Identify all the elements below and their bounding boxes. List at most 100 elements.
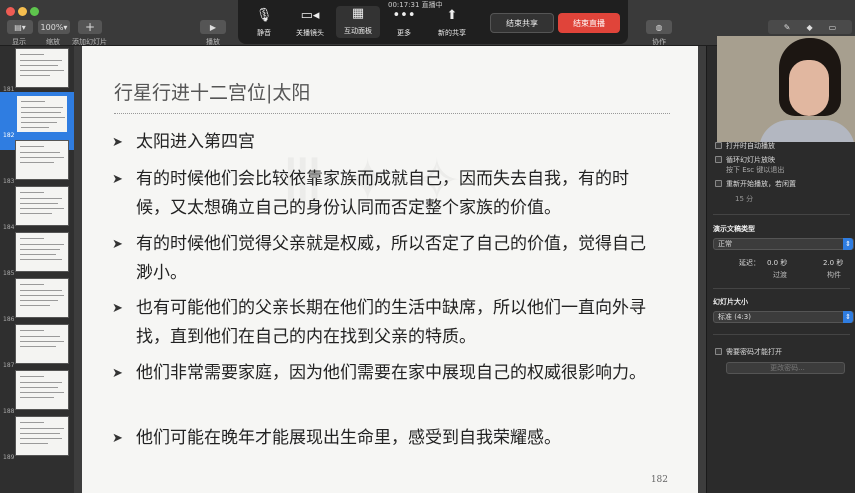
slide-size-heading: 幻灯片大小 xyxy=(713,298,748,306)
bullet-item: ➤ 他们可能在晚年才能展现出生命里，感受到自我荣耀感。 xyxy=(112,424,656,453)
build-label: 构件 xyxy=(827,271,841,279)
arrow-bullet-icon: ➤ xyxy=(112,172,123,187)
arrow-bullet-icon: ➤ xyxy=(112,301,123,316)
slide-thumbnail[interactable] xyxy=(15,324,69,364)
change-password-button[interactable]: 更改密码... xyxy=(726,362,845,374)
end-live-button[interactable]: 结束直播 xyxy=(558,13,620,33)
build-delay-field[interactable]: 2.0 秒 xyxy=(823,258,843,268)
slide-thumbnail[interactable] xyxy=(15,48,69,88)
whiteboard-button[interactable]: ▦ 互动面板 xyxy=(336,6,380,38)
bullet-text: 他们可能在晚年才能展现出生命里，感受到自我荣耀感。 xyxy=(136,428,561,448)
slide-number: 189 xyxy=(3,454,15,461)
slide-canvas-area: Ⅲ ✦ ✧ 行星行进十二宫位|太阳 ➤ 太阳进入第四宫 ➤ 有的时候他们会比较依… xyxy=(74,46,706,493)
microphone-icon: 🎙 xyxy=(255,8,273,23)
maximize-window-button[interactable] xyxy=(30,7,39,16)
collaborate-button[interactable]: ◍ xyxy=(646,20,672,34)
add-slide-button[interactable]: + xyxy=(78,20,102,34)
restart-label: 重新开始播放，若闲置 xyxy=(726,180,796,188)
bullet-item: ➤ 太阳进入第四宫 xyxy=(112,128,656,157)
new-share-button[interactable]: ⬆ 新的共享 xyxy=(430,8,474,38)
password-checkbox[interactable] xyxy=(715,348,722,355)
bullet-item: ➤ 也有可能他们的父亲长期在他们的生活中缺席，所以他们一直向外寻找，直到他们在自… xyxy=(112,294,656,352)
section-divider xyxy=(713,334,850,335)
slide-thumbnail-selected[interactable] xyxy=(15,94,69,134)
collaborate-icon: ◍ xyxy=(655,22,663,32)
loop-hint: 按下 Esc 键以退出 xyxy=(726,166,785,174)
doc-type-heading: 演示文稿类型 xyxy=(713,225,755,233)
section-divider xyxy=(713,214,850,215)
chevron-updown-icon: ⇕ xyxy=(843,238,853,250)
play-button[interactable]: ▶ xyxy=(200,20,226,34)
bullet-item: ➤ 有的时候他们会比较依靠家族而成就自己，因而失去自我，有的时候，又太想确立自己… xyxy=(112,165,656,223)
whiteboard-icon: ▦ xyxy=(351,6,365,21)
plus-icon: + xyxy=(84,20,96,34)
presenter-video xyxy=(717,36,855,142)
document-icon: ▭ xyxy=(828,22,837,32)
camera-icon: ▭◂ xyxy=(300,8,320,23)
section-divider xyxy=(713,288,850,289)
bullet-item: ➤ 他们非常需要家庭，因为他们需要在家中展现自己的权威很影响力。 xyxy=(112,359,656,388)
slide-thumbnail[interactable] xyxy=(15,416,69,456)
doc-type-select[interactable]: 正常 ⇕ xyxy=(713,238,854,250)
arrow-bullet-icon: ➤ xyxy=(112,135,123,150)
play-icon: ▶ xyxy=(209,22,217,32)
bullet-text: 有的时候他们觉得父亲就是权威，所以否定了自己的价值，觉得自己渺小。 xyxy=(136,234,646,283)
bullet-item: ➤ 有的时候他们觉得父亲就是权威，所以否定了自己的价值，觉得自己渺小。 xyxy=(112,230,656,288)
meeting-control-bar: 00:17:31 直播中 🎙 静音 ▭◂ 关播镜头 ▦ 互动面板 ••• 更多 … xyxy=(238,0,628,44)
zoom-select[interactable]: 100% ▾ xyxy=(38,20,70,34)
slide-size-select[interactable]: 标准 (4:3) ⇕ xyxy=(713,311,854,323)
bullet-text: 太阳进入第四宫 xyxy=(136,132,255,152)
chevron-down-icon: ▾ xyxy=(63,22,68,32)
delay-label: 延迟： xyxy=(739,259,760,267)
transition-label: 过渡 xyxy=(773,271,787,279)
slide-thumbnail[interactable] xyxy=(15,140,69,180)
new-share-label: 新的共享 xyxy=(438,29,466,37)
slide-title: 行星行进十二宫位|太阳 xyxy=(114,82,311,104)
change-password-label: 更改密码... xyxy=(770,364,805,372)
password-label: 需要密码才能打开 xyxy=(726,348,782,356)
slide-navigator: 181 182 183 184 185 186 187 188 189 xyxy=(0,46,74,493)
loop-label: 循环幻灯片放映 xyxy=(726,156,775,164)
minimize-window-button[interactable] xyxy=(18,7,27,16)
sidebar-icon: ▤▾ xyxy=(14,22,26,32)
slide-thumbnail[interactable] xyxy=(15,232,69,272)
title-divider xyxy=(114,113,670,114)
animate-icon: ◆ xyxy=(806,22,813,32)
mute-label: 静音 xyxy=(257,29,271,37)
presenter-face xyxy=(789,60,829,116)
arrow-bullet-icon: ➤ xyxy=(112,431,123,446)
slide-thumbnail[interactable] xyxy=(15,370,69,410)
slide-size-value: 标准 (4:3) xyxy=(718,313,751,321)
slide-thumbnail[interactable] xyxy=(15,186,69,226)
close-window-button[interactable] xyxy=(6,7,15,16)
view-button[interactable]: ▤▾ xyxy=(7,20,33,34)
auto-play-checkbox[interactable] xyxy=(715,142,722,149)
stop-video-button[interactable]: ▭◂ 关播镜头 xyxy=(288,8,332,38)
chevron-updown-icon: ⇕ xyxy=(843,311,853,323)
more-button[interactable]: ••• 更多 xyxy=(382,8,426,38)
more-label: 更多 xyxy=(397,29,411,37)
arrow-bullet-icon: ➤ xyxy=(112,366,123,381)
doc-type-value: 正常 xyxy=(718,240,732,248)
loop-checkbox[interactable] xyxy=(715,156,722,163)
end-share-button[interactable]: 结束共享 xyxy=(490,13,554,33)
idle-minutes-stepper[interactable]: 15 分 xyxy=(735,194,753,204)
share-screen-icon: ⬆ xyxy=(446,8,458,23)
format-brush-icon: ✎ xyxy=(783,22,791,32)
slide-thumbnail[interactable] xyxy=(15,278,69,318)
zoom-value: 100% xyxy=(40,22,64,32)
bullet-text: 他们非常需要家庭，因为他们需要在家中展现自己的权威很影响力。 xyxy=(136,363,646,383)
slide-thumbnail-row[interactable]: 189 xyxy=(0,414,74,472)
auto-play-label: 打开时自动播放 xyxy=(726,142,775,150)
more-dots-icon: ••• xyxy=(392,8,416,23)
current-slide[interactable]: Ⅲ ✦ ✧ 行星行进十二宫位|太阳 ➤ 太阳进入第四宫 ➤ 有的时候他们会比较依… xyxy=(82,46,698,493)
restart-checkbox[interactable] xyxy=(715,180,722,187)
keynote-window: ▤▾ 显示 100% ▾ 缩放 + 添加幻灯片 ▶ 播放 ◍ 协作 ✎ ◆ ▭ 0… xyxy=(0,0,855,493)
stop-video-label: 关播镜头 xyxy=(296,29,324,37)
bullet-text: 有的时候他们会比较依靠家族而成就自己，因而失去自我，有的时候，又太想确立自己的身… xyxy=(136,169,629,218)
whiteboard-label: 互动面板 xyxy=(344,27,372,35)
arrow-bullet-icon: ➤ xyxy=(112,237,123,252)
inspector-tabs[interactable]: ✎ ◆ ▭ xyxy=(768,20,852,34)
transition-delay-field[interactable]: 0.0 秒 xyxy=(767,258,787,268)
mute-button[interactable]: 🎙 静音 xyxy=(242,8,286,38)
